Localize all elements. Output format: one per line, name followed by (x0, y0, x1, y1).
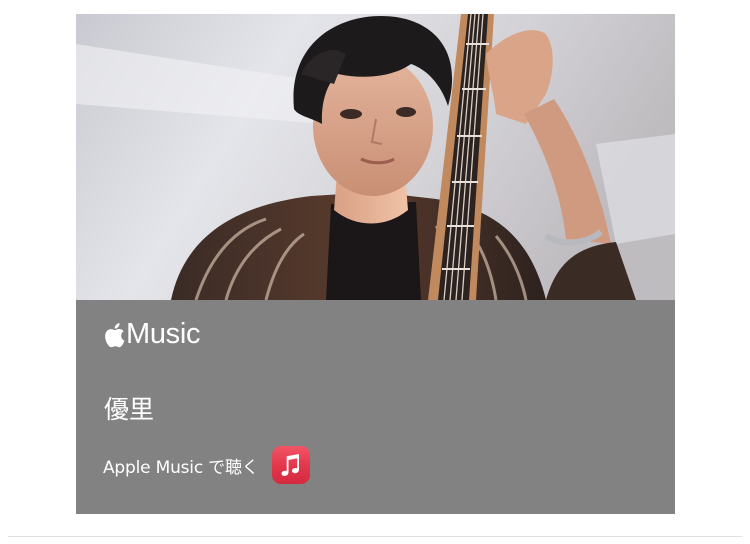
page: Music 優里 Apple Music で聴く (0, 0, 750, 544)
divider (8, 536, 742, 537)
apple-music-embed-card[interactable]: Music 優里 Apple Music で聴く (76, 14, 675, 514)
apple-logo-icon (103, 322, 125, 348)
artist-hero-image[interactable] (76, 14, 675, 300)
info-panel: Music 優里 Apple Music で聴く (76, 300, 675, 514)
music-wordmark: Music (126, 318, 201, 350)
apple-music-app-icon[interactable] (271, 446, 310, 484)
music-note-icon (281, 454, 299, 476)
listen-on-apple-music-link[interactable]: Apple Music で聴く (103, 446, 310, 484)
listen-label: Apple Music で聴く (103, 457, 259, 478)
apple-music-logo[interactable]: Music (103, 318, 201, 350)
artist-name[interactable]: 優里 (104, 390, 154, 426)
